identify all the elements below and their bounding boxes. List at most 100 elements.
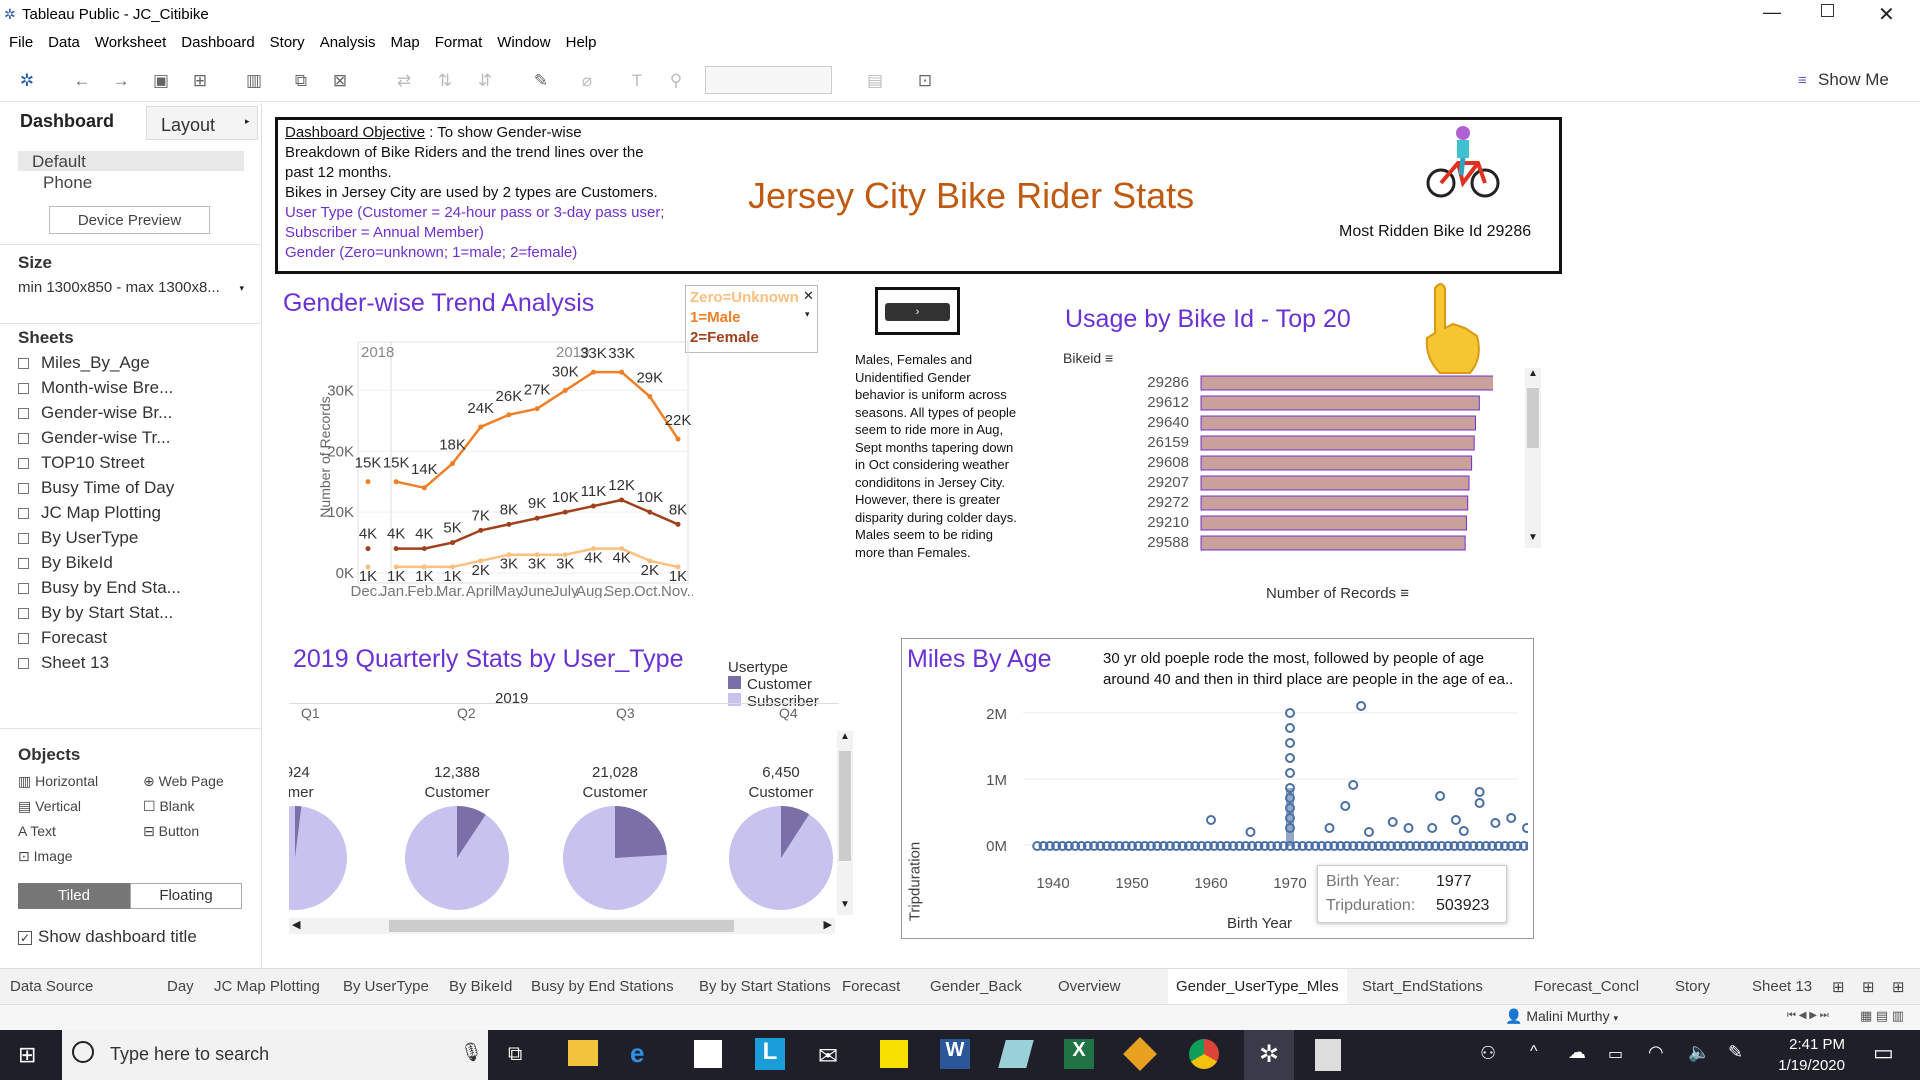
sheet-tab[interactable]: Sheet 13 (1752, 978, 1812, 995)
taskbar-search[interactable]: Type here to search 🎙 (62, 1030, 488, 1080)
menu-data[interactable]: Data (39, 30, 86, 51)
task-view-icon[interactable]: ⧉ (508, 1043, 522, 1066)
sheet-item[interactable]: Miles_By_Age (18, 353, 150, 373)
menu-help[interactable]: Help (557, 30, 603, 51)
pin-icon[interactable]: ⚲ (665, 70, 687, 92)
sticky-notes-icon[interactable] (880, 1040, 908, 1068)
scroll-up-icon[interactable]: ▲ (1528, 368, 1538, 379)
sheet-tab[interactable]: Start_EndStations (1362, 978, 1483, 995)
sheet-item[interactable]: TOP10 Street (18, 453, 145, 473)
menu-analysis[interactable]: Analysis (311, 30, 382, 51)
group-icon[interactable]: ⌀ (576, 70, 598, 92)
mail-icon[interactable]: ✉ (818, 1042, 838, 1071)
wifi-icon[interactable]: ◠ (1648, 1042, 1664, 1063)
label-icon[interactable]: T (626, 70, 648, 92)
sheet-item[interactable]: Month-wise Bre... (18, 378, 173, 398)
edge-icon[interactable]: e (630, 1038, 644, 1069)
duplicate-icon[interactable]: ⧉ (290, 70, 312, 92)
menu-story[interactable]: Story (261, 30, 311, 51)
sheet-item[interactable]: Sheet 13 (18, 653, 109, 673)
bike-scrollbar[interactable]: ▲ ▼ (1525, 368, 1541, 548)
sheet-tab[interactable]: Gender_Back (930, 978, 1022, 995)
people-icon[interactable]: ⚇ (1480, 1043, 1496, 1064)
menu-window[interactable]: Window (488, 30, 556, 51)
size-dropdown[interactable]: min 1300x850 - max 1300x8... ▾ (18, 279, 244, 303)
scroll-thumb[interactable] (839, 751, 851, 861)
legend-close-icon[interactable]: ✕ (803, 286, 814, 306)
object-blank[interactable]: ☐ Blank (143, 798, 194, 815)
sheet-item[interactable]: Gender-wise Br... (18, 403, 172, 423)
object-horizontal[interactable]: ▥ Horizontal (18, 773, 98, 790)
tableau-taskbar-icon[interactable]: ✲ (1244, 1030, 1294, 1080)
sort-icon[interactable]: ≡ (1105, 350, 1113, 366)
store-icon[interactable] (694, 1040, 722, 1068)
sort-desc-icon[interactable]: ⇵ (474, 70, 496, 92)
floating-toggle[interactable]: Floating (130, 883, 242, 909)
quarterly-hscroll[interactable]: ◀ ▶ (289, 918, 835, 934)
sheet-item[interactable]: Forecast (18, 628, 107, 648)
app-l-icon[interactable]: L (755, 1038, 785, 1070)
undo-icon[interactable]: ← (71, 70, 93, 92)
notifications-icon[interactable]: ▭ (1873, 1040, 1894, 1066)
tiled-toggle[interactable]: Tiled (18, 883, 130, 909)
object-image[interactable]: ⊡ Image (18, 848, 73, 865)
file-explorer-icon[interactable] (568, 1040, 598, 1066)
sheet-item[interactable]: JC Map Plotting (18, 503, 161, 523)
tab-layout-box[interactable]: Layout ▸ (146, 106, 258, 140)
sheet-item[interactable]: Busy Time of Day (18, 478, 174, 498)
scroll-right-icon[interactable]: ▶ (824, 918, 832, 931)
word-icon[interactable]: W (940, 1039, 970, 1069)
minimize-icon[interactable]: — (1763, 2, 1781, 23)
show-cards-icon[interactable]: ▤ (864, 70, 886, 92)
scroll-thumb[interactable] (1527, 388, 1539, 448)
quarterly-vscroll[interactable]: ▲ ▼ (837, 731, 853, 915)
sort-asc-icon[interactable]: ⇅ (434, 70, 456, 92)
object-button[interactable]: ⊟ Button (143, 823, 199, 840)
device-preview-button[interactable]: Device Preview (49, 206, 210, 234)
tab-nav-icons[interactable]: ⏮ ◀ ▶ ⏭ (1787, 1010, 1829, 1021)
new-datasource-icon[interactable]: ⊞ (189, 70, 211, 92)
sheet-tab[interactable]: JC Map Plotting (214, 978, 320, 995)
sheet-item[interactable]: Gender-wise Tr... (18, 428, 170, 448)
sheet-item[interactable]: By BikeId (18, 553, 113, 573)
sheet-tab[interactable]: Busy by End Stations (531, 978, 674, 995)
sheet-tab[interactable]: Data Source (10, 978, 93, 995)
close-icon[interactable]: ✕ (1878, 2, 1895, 27)
chrome-icon[interactable] (1189, 1039, 1219, 1069)
excel-icon[interactable]: X (1064, 1039, 1094, 1069)
show-title-checkbox[interactable]: ✓ Show dashboard title (18, 927, 197, 947)
app-crystal-icon[interactable] (998, 1040, 1034, 1068)
sheet-tab[interactable]: By by Start Stations (699, 978, 831, 995)
scroll-up-icon[interactable]: ▲ (840, 731, 850, 742)
windows-start-icon[interactable]: ⊞ (18, 1042, 36, 1068)
scroll-down-icon[interactable]: ▼ (1528, 532, 1538, 543)
calculator-icon[interactable] (1315, 1039, 1341, 1071)
user-menu[interactable]: 👤 Malini Murthy ▾ (1505, 1008, 1653, 1028)
onedrive-icon[interactable]: ☁ (1568, 1042, 1586, 1063)
fit-dropdown[interactable] (705, 66, 832, 94)
sheet-item[interactable]: Busy by End Sta... (18, 578, 181, 598)
device-phone[interactable]: Phone (43, 173, 92, 193)
sheet-tab[interactable]: By UserType (343, 978, 429, 995)
pen-icon[interactable]: ✎ (1728, 1042, 1743, 1063)
sheet-tab[interactable]: Story (1675, 978, 1710, 995)
sheet-tab[interactable]: Forecast_Concl (1534, 978, 1639, 995)
app-diamond-icon[interactable] (1123, 1037, 1157, 1071)
object-text[interactable]: A Text (18, 823, 56, 839)
save-icon[interactable]: ▣ (150, 70, 172, 92)
sheet-item[interactable]: By UserType (18, 528, 138, 548)
maximize-icon[interactable] (1821, 4, 1834, 17)
scroll-down-icon[interactable]: ▼ (840, 899, 850, 910)
menu-file[interactable]: File (0, 30, 39, 51)
new-worksheet-icon[interactable]: ▥ (243, 70, 265, 92)
scroll-left-icon[interactable]: ◀ (292, 918, 300, 931)
sheet-tab[interactable]: Overview (1058, 978, 1121, 995)
menu-worksheet[interactable]: Worksheet (86, 30, 172, 51)
clock[interactable]: 2:41 PM 1/19/2020 (1745, 1034, 1845, 1076)
tab-dashboard[interactable]: Dashboard (20, 111, 114, 132)
battery-icon[interactable]: ▭ (1608, 1044, 1623, 1064)
show-me-button[interactable]: Show Me (1818, 70, 1889, 90)
sheet-tab[interactable]: By BikeId (449, 978, 512, 995)
tab-story-add-icon[interactable]: ⊞ (1892, 978, 1905, 996)
sort-icon[interactable]: ≡ (1400, 585, 1409, 602)
